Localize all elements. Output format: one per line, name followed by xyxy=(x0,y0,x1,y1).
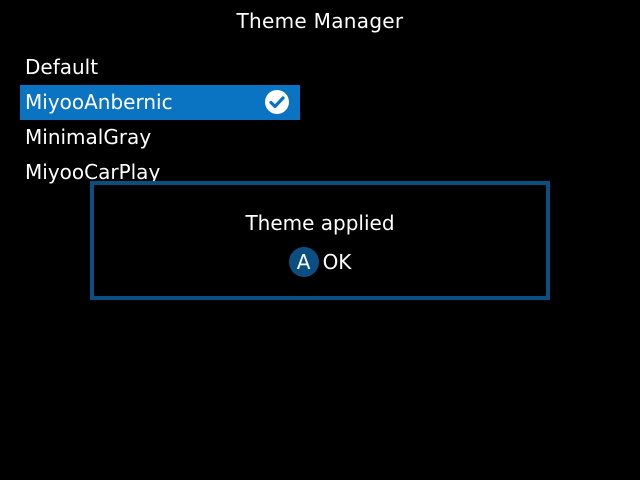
page-title: Theme Manager xyxy=(236,9,404,33)
dialog-message: Theme applied xyxy=(245,211,395,235)
theme-item-label: MiyooAnbernic xyxy=(25,90,173,114)
theme-list: Default MiyooAnbernic MinimalGray MiyooC… xyxy=(20,50,300,190)
theme-item-minimalgray[interactable]: MinimalGray xyxy=(20,120,300,155)
theme-item-default[interactable]: Default xyxy=(20,50,300,85)
ok-button-label: OK xyxy=(322,250,352,274)
theme-item-miyooanbernic[interactable]: MiyooAnbernic xyxy=(20,85,300,120)
ok-button[interactable]: A OK xyxy=(94,247,546,277)
theme-item-label: MinimalGray xyxy=(25,125,152,149)
theme-item-label: Default xyxy=(25,55,99,79)
a-button-icon: A xyxy=(288,247,319,277)
check-circle-icon xyxy=(265,90,289,114)
theme-applied-dialog: Theme applied A OK xyxy=(90,181,550,300)
